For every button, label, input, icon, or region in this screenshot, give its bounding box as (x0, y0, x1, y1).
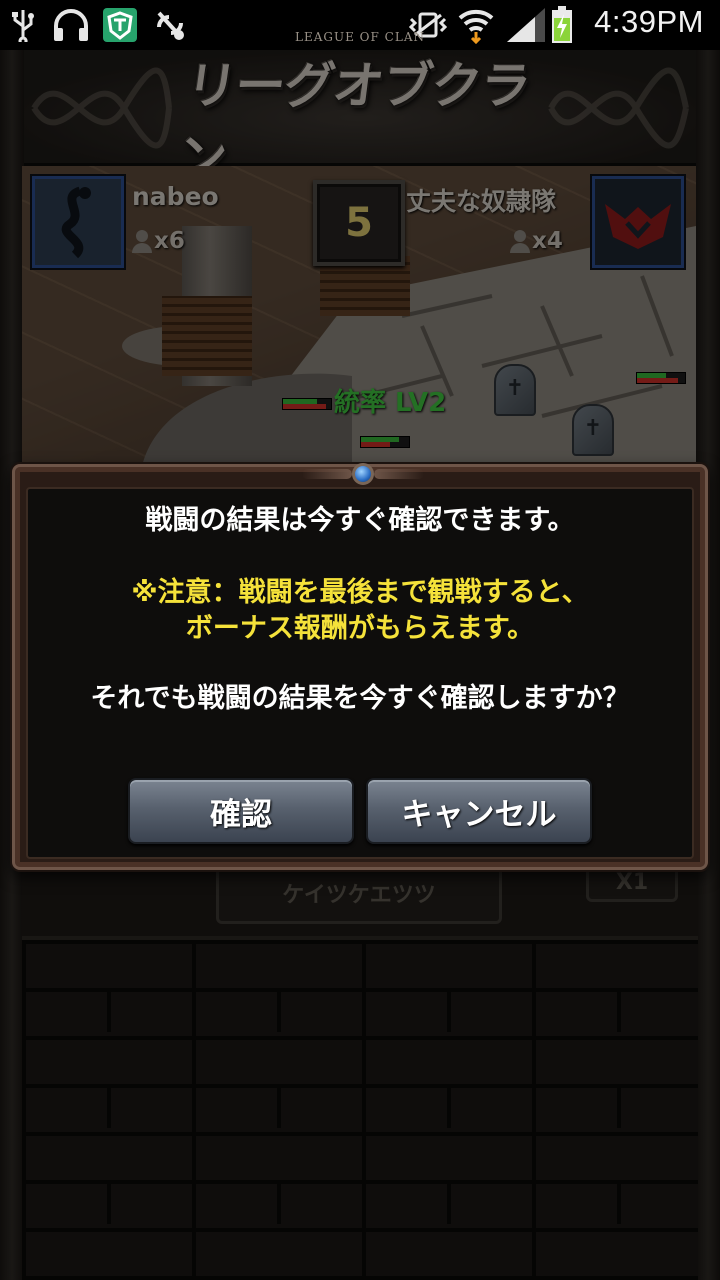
blue-gem-icon (352, 463, 374, 485)
cancel-button[interactable]: キャンセル (366, 778, 592, 844)
headset-icon (50, 6, 92, 44)
battery-charging-icon (550, 6, 574, 44)
confirm-button[interactable]: 確認 (128, 778, 354, 844)
dialog-gem-ornament (297, 461, 429, 487)
dialog-warning-line1: ※注意：戦闘を最後まで観戦すると、 (131, 577, 589, 608)
logo-subtitle: LEAGUE OF CLAN (295, 30, 425, 44)
confirm-button-label: 確認 (210, 796, 272, 833)
cancel-button-label: キャンセル (401, 796, 557, 833)
game-screen: 4:39PM LEAGUE OF CLAN リーグオブクラン ✝ ✝ nabeo… (0, 0, 720, 1280)
status-clock: 4:39PM (594, 4, 704, 39)
signal-icon (504, 6, 546, 44)
sync-icon (150, 6, 190, 44)
dialog-message: 戦闘の結果は今すぐ確認できます。 (145, 505, 575, 536)
wifi-icon (456, 6, 496, 44)
dialog-warning-line2: ボーナス報酬がもらえます。 (185, 613, 535, 644)
dialog-body (26, 487, 694, 859)
dialog-question: それでも戦闘の結果を今すぐ確認しますか？ (90, 683, 630, 714)
usb-icon (8, 6, 38, 44)
shield-app-icon (100, 6, 140, 44)
